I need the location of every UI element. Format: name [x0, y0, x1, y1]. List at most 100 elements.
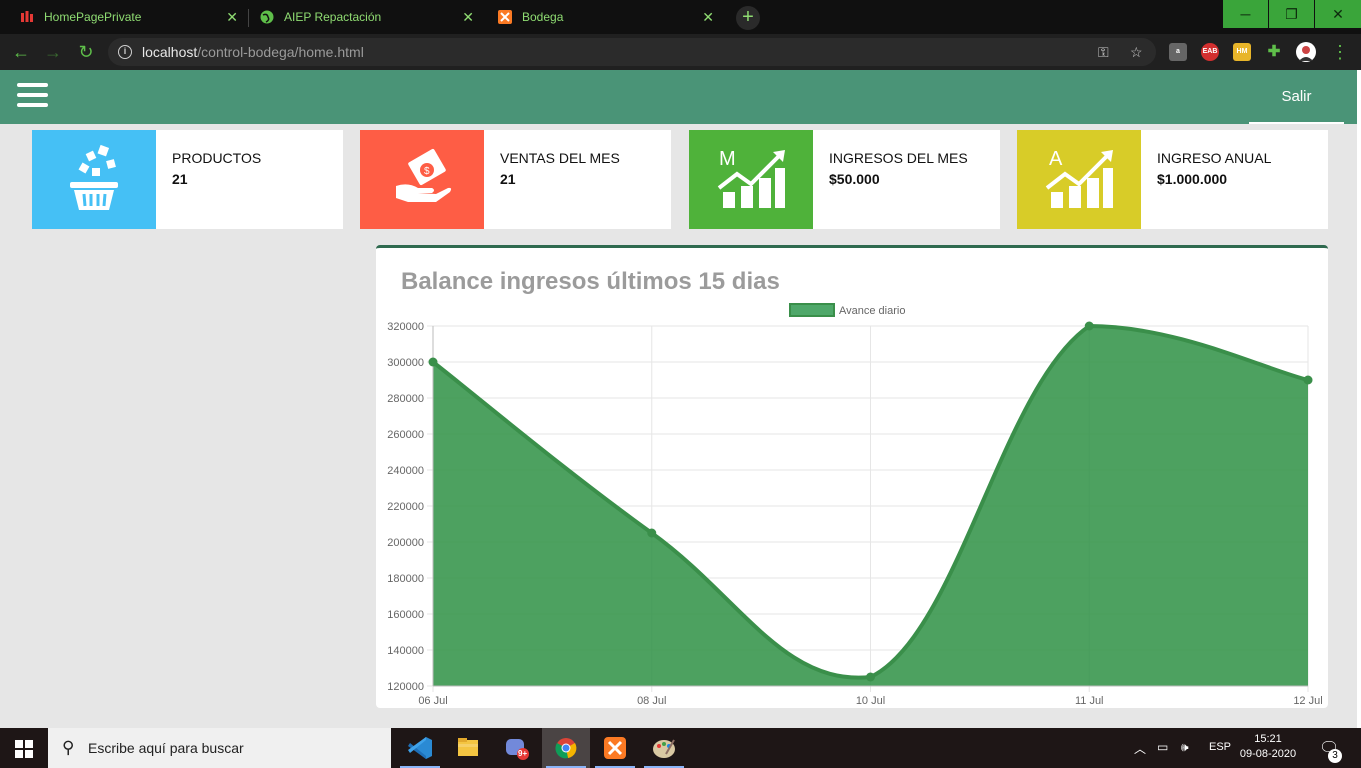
card-value: $50.000	[829, 171, 880, 187]
volume-icon[interactable]: 🕪	[1181, 740, 1189, 755]
y-tick-label: 160000	[387, 609, 424, 621]
new-tab-button[interactable]: +	[736, 6, 760, 30]
x-tick-label: 11 Jul	[1075, 695, 1104, 707]
svg-text:$: $	[424, 166, 430, 177]
data-point	[1084, 321, 1094, 331]
y-tick-label: 260000	[387, 429, 424, 441]
y-tick-label: 200000	[387, 537, 424, 549]
legend-label: Avance diario	[839, 305, 905, 317]
address-bar-row: ← → ↻ i localhost/control-bodega/home.ht…	[0, 34, 1361, 70]
card-ventas-del-mes: $ VENTAS DEL MES 21	[360, 130, 671, 229]
tab-aiep[interactable]: AIEP Repactación ✕	[260, 0, 478, 34]
language-indicator[interactable]: ESP	[1209, 741, 1231, 753]
y-tick-label: 300000	[387, 357, 424, 369]
y-tick-label: 180000	[387, 573, 424, 585]
card-icon-box: $	[360, 130, 484, 229]
chart-panel: Balance ingresos últimos 15 dias 120000 1…	[376, 245, 1328, 708]
data-point	[647, 528, 657, 538]
growth-chart-icon: A	[1045, 148, 1113, 208]
y-tick-label: 240000	[387, 465, 424, 477]
reload-icon[interactable]: ↻	[76, 42, 96, 62]
x-tick-label: 06 Jul	[418, 695, 447, 707]
forward-icon[interactable]: →	[43, 42, 63, 62]
close-tab-icon[interactable]: ✕	[702, 10, 714, 24]
clock-date: 09-08-2020	[1239, 748, 1297, 760]
logout-button[interactable]: Salir	[1249, 70, 1344, 124]
tab-label: HomePagePrivate	[44, 10, 142, 24]
notification-badge: 9+	[518, 749, 528, 758]
y-tick-label: 320000	[387, 321, 424, 333]
paint-taskbar-icon[interactable]	[640, 728, 688, 768]
discord-taskbar-icon[interactable]: 9+	[492, 728, 540, 768]
clock-time: 15:21	[1254, 733, 1282, 745]
url-text[interactable]: localhost/control-bodega/home.html	[142, 44, 364, 60]
bars-icon	[20, 10, 34, 24]
clock[interactable]: 15:21 09-08-2020	[1236, 732, 1300, 762]
card-value: $1.000.000	[1157, 171, 1228, 187]
back-icon[interactable]: ←	[11, 42, 31, 62]
key-icon[interactable]: ⚿	[1098, 44, 1109, 61]
extension-eab-icon[interactable]: EAB	[1201, 43, 1219, 61]
card-title: INGRESOS DEL MES	[829, 150, 968, 166]
globe-icon	[260, 10, 274, 24]
card-letter: A	[1049, 148, 1063, 170]
restore-button[interactable]: ❐	[1269, 0, 1314, 28]
card-productos: PRODUCTOS 21	[32, 130, 343, 229]
card-title: PRODUCTOS	[172, 150, 262, 166]
legend-swatch	[789, 303, 835, 317]
menu-dots-icon[interactable]: ⋮	[1330, 42, 1350, 62]
search-placeholder: Escribe aquí para buscar	[88, 740, 244, 756]
top-navbar: Salir	[0, 70, 1358, 124]
tab-homepageprivate[interactable]: HomePagePrivate ✕	[20, 0, 242, 34]
notification-count: 3	[1328, 749, 1342, 763]
growth-chart-icon: M	[717, 148, 785, 208]
card-icon-box: A	[1017, 130, 1141, 229]
star-icon[interactable]: ☆	[1130, 44, 1143, 61]
card-icon-box	[32, 130, 156, 229]
card-value: 21	[500, 171, 516, 187]
hamburger-menu-icon[interactable]	[17, 83, 48, 107]
url-bar[interactable]: i localhost/control-bodega/home.html ⚿ ☆	[108, 38, 1156, 66]
card-icon-box: M	[689, 130, 813, 229]
area-chart: 120000 140000 160000 180000 200000 220000 2400…	[387, 303, 1323, 707]
taskbar-search[interactable]: ⚲ Escribe aquí para buscar	[48, 728, 391, 768]
network-icon[interactable]: ▭	[1157, 740, 1168, 754]
close-window-button[interactable]: ✕	[1315, 0, 1361, 28]
y-tick-label: 140000	[387, 645, 424, 657]
puzzle-icon[interactable]: ✚	[1265, 43, 1283, 61]
basket-icon	[70, 144, 118, 210]
extension-hm-icon[interactable]: HM	[1233, 43, 1251, 61]
chevron-up-icon[interactable]: ︿	[1134, 740, 1146, 757]
close-tab-icon[interactable]: ✕	[226, 10, 238, 24]
card-title: VENTAS DEL MES	[500, 150, 620, 166]
y-tick-label: 220000	[387, 501, 424, 513]
browser-tab-bar: HomePagePrivate ✕ AIEP Repactación ✕ Bod…	[0, 0, 1361, 34]
money-hand-icon: $	[396, 148, 452, 202]
data-point	[1303, 375, 1313, 385]
avatar[interactable]	[1296, 42, 1316, 62]
minimize-button[interactable]: ─	[1223, 0, 1268, 28]
xampp-taskbar-icon[interactable]	[591, 728, 639, 768]
y-tick-label: 280000	[387, 393, 424, 405]
extension-bag-icon[interactable]: a	[1169, 43, 1187, 61]
tab-separator	[248, 9, 249, 27]
taskbar: ⚲ Escribe aquí para buscar 9+ ︿ ▭ 🕪 ESP …	[0, 728, 1361, 768]
x-tick-label: 12 Jul	[1293, 695, 1322, 707]
file-explorer-taskbar-icon[interactable]	[444, 728, 492, 768]
tab-label: AIEP Repactación	[284, 10, 382, 24]
tab-bodega[interactable]: Bodega ✕	[498, 0, 718, 34]
card-ingresos-del-mes: M INGRESOS DEL MES $50.000	[689, 130, 1000, 229]
page-scrollbar[interactable]	[1357, 70, 1361, 728]
vscode-taskbar-icon[interactable]	[396, 728, 444, 768]
search-icon: ⚲	[62, 738, 75, 757]
chrome-taskbar-icon[interactable]	[542, 728, 590, 768]
close-tab-icon[interactable]: ✕	[462, 10, 474, 24]
windows-start-icon[interactable]	[15, 740, 33, 758]
web-page: Salir PRODUCTOS 21 $ VENTAS DEL MES 21 M…	[0, 70, 1361, 728]
card-ingreso-anual: A INGRESO ANUAL $1.000.000	[1017, 130, 1328, 229]
x-tick-label: 10 Jul	[856, 695, 885, 707]
x-tick-label: 08 Jul	[637, 695, 666, 707]
info-icon[interactable]: i	[118, 45, 132, 59]
card-value: 21	[172, 171, 188, 187]
y-tick-label: 120000	[387, 681, 424, 693]
